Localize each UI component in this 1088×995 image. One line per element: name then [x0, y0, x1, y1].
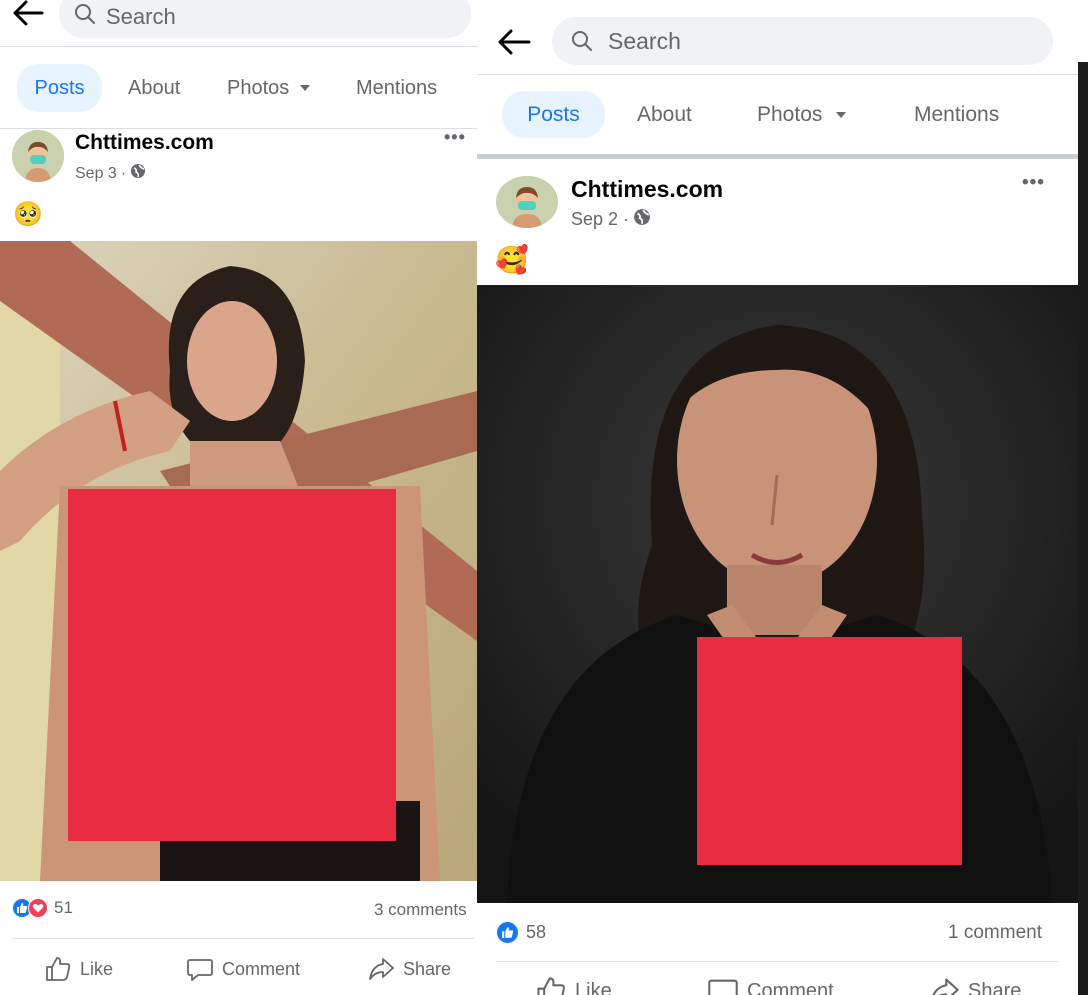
divider [477, 74, 1082, 75]
share-label: Share [403, 958, 452, 979]
like-label: Like [575, 979, 612, 995]
share-icon [932, 978, 959, 995]
tab-about-label: About [637, 102, 692, 126]
share-label: Share [968, 979, 1022, 995]
tab-posts[interactable]: Posts [502, 91, 605, 138]
like-button[interactable]: Like [535, 975, 612, 995]
avatar[interactable] [12, 130, 64, 182]
reaction-count: 51 [54, 898, 73, 917]
search-bar[interactable] [59, 0, 471, 38]
post-screenshot-right: Posts About Photos Mentions Chttimes.com… [477, 0, 1082, 995]
chevron-down-icon [300, 85, 311, 91]
divider [496, 961, 1058, 962]
divider [0, 46, 477, 47]
tab-posts-label: Posts [34, 76, 85, 99]
post-emoji: 🥰 [495, 245, 529, 275]
section-separator [477, 154, 1082, 159]
like-label: Like [80, 958, 114, 979]
tab-posts[interactable]: Posts [17, 64, 102, 112]
post-photo[interactable] [0, 241, 477, 881]
comment-button[interactable]: Comment [707, 975, 834, 995]
more-options-icon[interactable]: ••• [444, 127, 466, 148]
divider [0, 128, 477, 129]
tab-photos-label: Photos [757, 102, 823, 126]
like-reaction-icon [496, 921, 519, 944]
tab-photos[interactable]: Photos [227, 64, 311, 112]
tab-about[interactable]: About [128, 64, 180, 112]
more-options-icon[interactable]: ••• [1022, 172, 1045, 194]
divider [12, 938, 474, 939]
tab-mentions[interactable]: Mentions [914, 91, 999, 138]
comment-icon [187, 959, 213, 981]
search-input[interactable] [608, 27, 1028, 55]
tab-about[interactable]: About [637, 91, 692, 138]
meta-separator: · [120, 164, 127, 182]
share-icon [369, 958, 394, 980]
back-arrow-icon[interactable] [12, 0, 44, 26]
avatar[interactable] [496, 176, 558, 228]
comment-icon [708, 979, 738, 995]
tab-mentions-label: Mentions [914, 102, 1000, 126]
post-screenshot-left: Posts About Photos Mentions Chttimes.com… [0, 0, 477, 995]
chevron-down-icon [836, 111, 847, 118]
tab-photos[interactable]: Photos [757, 91, 847, 138]
post-author-name[interactable]: Chttimes.com [571, 176, 723, 203]
love-reaction-icon [28, 898, 48, 918]
tab-mentions-label: Mentions [356, 76, 438, 99]
comment-label: Comment [222, 958, 301, 979]
reactions-summary[interactable]: 51 [12, 898, 73, 918]
post-meta: Sep 3 · [75, 163, 146, 184]
like-icon [537, 977, 565, 995]
comments-count[interactable]: 1 comment [948, 922, 1042, 944]
comment-button[interactable]: Comment [186, 955, 300, 983]
search-icon [73, 2, 97, 26]
search-icon [570, 29, 594, 53]
background-edge [1078, 62, 1088, 995]
share-button[interactable]: Share [367, 955, 451, 983]
censor-block [68, 489, 396, 841]
post-photo[interactable] [477, 285, 1082, 903]
comments-count[interactable]: 3 comments [374, 900, 467, 920]
share-button[interactable]: Share [928, 975, 1021, 995]
censor-block [697, 637, 962, 865]
like-button[interactable]: Like [44, 955, 113, 983]
reactions-summary[interactable]: 58 [496, 921, 546, 944]
post-emoji: 🥺 [13, 201, 43, 228]
tab-mentions[interactable]: Mentions [356, 64, 437, 112]
post-author-name[interactable]: Chttimes.com [75, 131, 214, 155]
post-date[interactable]: Sep 3 [75, 165, 117, 183]
globe-icon [633, 208, 651, 231]
post-meta: Sep 2 · [571, 208, 651, 231]
like-icon [46, 957, 71, 981]
meta-separator: · [623, 209, 630, 229]
post-date[interactable]: Sep 2 [571, 209, 618, 230]
reaction-count: 58 [526, 922, 547, 942]
tab-posts-label: Posts [527, 102, 580, 126]
search-bar[interactable] [552, 17, 1053, 65]
search-input[interactable] [106, 4, 446, 30]
globe-icon [130, 163, 146, 184]
tab-about-label: About [128, 76, 181, 99]
tab-photos-label: Photos [227, 76, 290, 99]
back-arrow-icon[interactable] [497, 28, 531, 56]
comment-label: Comment [747, 979, 834, 995]
